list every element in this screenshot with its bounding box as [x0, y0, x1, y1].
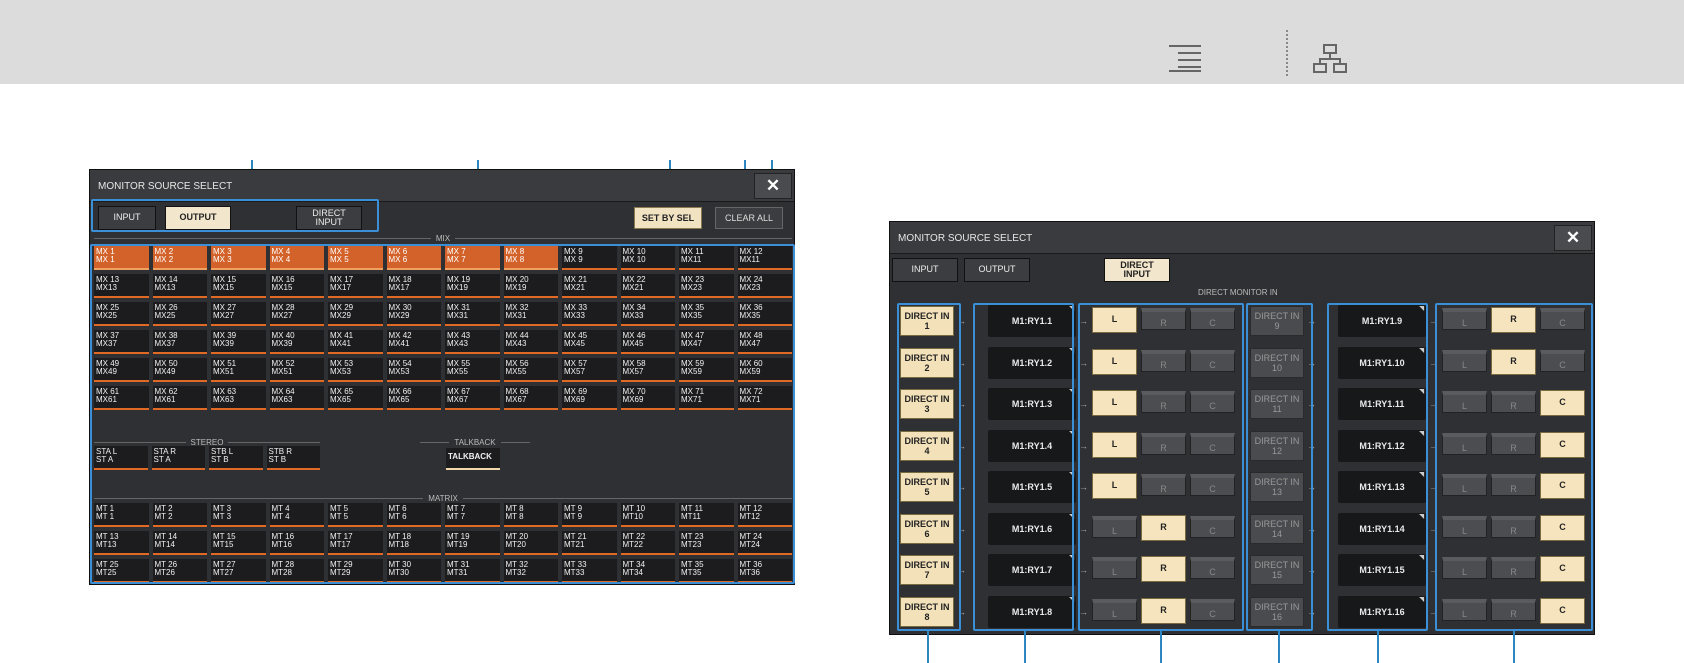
tab-input[interactable]: INPUT: [892, 258, 958, 282]
panel-title: MONITOR SOURCE SELECT: [90, 170, 794, 202]
direct-monitor-in-label: DIRECT MONITOR IN: [1198, 288, 1278, 297]
set-by-sel-button[interactable]: SET BY SEL: [634, 207, 702, 229]
list-icon[interactable]: [1168, 44, 1202, 72]
panel-title: MONITOR SOURCE SELECT: [890, 222, 1594, 254]
close-button[interactable]: ✕: [754, 173, 792, 199]
toolbar-separator: [1286, 30, 1288, 76]
tab-output[interactable]: OUTPUT: [964, 258, 1030, 282]
top-bar: [0, 0, 1684, 84]
mix-section-label: MIX: [94, 234, 793, 243]
close-button[interactable]: ✕: [1554, 225, 1592, 251]
hierarchy-icon[interactable]: [1312, 44, 1348, 74]
clear-all-button[interactable]: CLEAR ALL: [715, 207, 783, 229]
tab-direct-input[interactable]: DIRECT INPUT: [1104, 258, 1170, 282]
